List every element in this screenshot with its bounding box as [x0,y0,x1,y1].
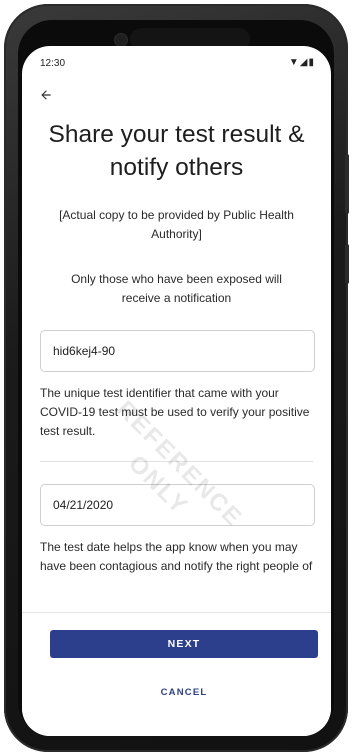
action-bar: NEXT CANCEL [22,612,331,736]
next-button[interactable]: NEXT [50,630,318,658]
front-camera-icon [114,33,128,47]
power-button [345,244,349,284]
test-identifier-input[interactable]: hid6kej4-90 [40,330,315,372]
test-identifier-help: The unique test identifier that came wit… [40,386,310,438]
exposure-notice: Only those who have been exposed will re… [71,272,282,305]
section-divider [40,461,313,462]
arrow-back-icon [41,90,51,100]
main-content: Share your test result & notify others [… [22,118,331,576]
cancel-button[interactable]: CANCEL [50,681,318,703]
status-icons: ▼◢▮ [288,57,315,68]
page-title: Share your test result & notify others [48,121,305,181]
test-date-help: The test date helps the app know when yo… [40,540,313,573]
back-button[interactable] [34,84,58,108]
status-bar: 12:30 ▼◢▮ [22,46,331,76]
volume-button [345,154,349,214]
app-screen: 12:30 ▼◢▮ Share your test result & notif… [22,46,331,736]
test-identifier-value: hid6kej4-90 [53,344,116,358]
copy-placeholder-note: [Actual copy to be provided by Public He… [59,208,294,241]
test-date-value: 04/21/2020 [53,498,114,512]
status-time: 12:30 [40,58,66,69]
test-date-input[interactable]: 04/21/2020 [40,484,315,526]
